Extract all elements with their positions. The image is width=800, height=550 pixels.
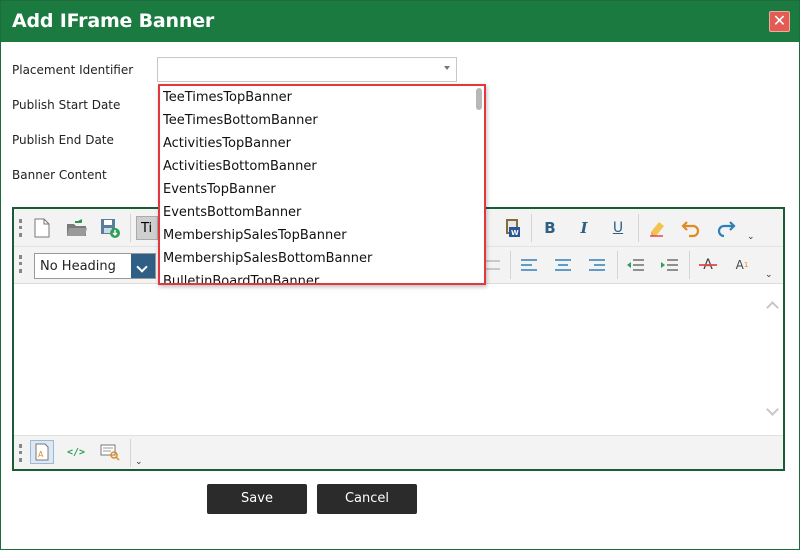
dropdown-option[interactable]: EventsTopBanner bbox=[163, 182, 276, 197]
dropdown-option[interactable]: TeeTimesTopBanner bbox=[163, 90, 292, 105]
heading-select[interactable]: No Heading bbox=[34, 253, 156, 279]
toolbar-overflow-icon[interactable]: ⌄ bbox=[765, 269, 773, 280]
editor-mode-bar: A </> ⌄ bbox=[14, 435, 783, 469]
toolbar-separator bbox=[130, 439, 131, 467]
font-name-select[interactable]: Ti bbox=[136, 216, 158, 240]
outdent-icon[interactable] bbox=[623, 253, 647, 277]
html-mode-icon[interactable]: </> bbox=[64, 440, 88, 464]
bold-button[interactable]: B bbox=[538, 216, 562, 240]
dropdown-scrollbar-thumb[interactable] bbox=[476, 88, 482, 110]
superscript-glyph: A bbox=[735, 258, 744, 272]
dropdown-option[interactable]: ActivitiesBottomBanner bbox=[163, 159, 317, 174]
open-folder-icon[interactable] bbox=[65, 216, 89, 240]
publish-end-date-label: Publish End Date bbox=[12, 133, 114, 147]
svg-text:W: W bbox=[511, 229, 519, 237]
dropdown-option[interactable]: EventsBottomBanner bbox=[163, 205, 301, 220]
placement-identifier-dropdown-list[interactable]: TeeTimesTopBanner TeeTimesBottomBanner A… bbox=[158, 84, 486, 285]
publish-start-date-label: Publish Start Date bbox=[12, 98, 121, 112]
svg-text:A: A bbox=[38, 450, 44, 459]
dropdown-option[interactable]: MembershipSalesTopBanner bbox=[163, 228, 347, 243]
preview-mode-icon[interactable] bbox=[98, 440, 122, 464]
editor-scrollbar[interactable] bbox=[764, 285, 783, 435]
toolbar-grip[interactable] bbox=[19, 444, 22, 462]
underline-button[interactable]: U bbox=[606, 216, 630, 240]
chevron-down-icon bbox=[444, 66, 450, 70]
dropdown-option[interactable]: TeeTimesBottomBanner bbox=[163, 113, 318, 128]
toolbar-grip[interactable] bbox=[19, 219, 22, 237]
close-button[interactable]: ✕ bbox=[769, 11, 790, 32]
chevron-down-icon[interactable] bbox=[131, 254, 155, 278]
toolbar-separator bbox=[531, 214, 532, 242]
placement-identifier-select[interactable] bbox=[157, 57, 457, 82]
align-right-icon[interactable] bbox=[585, 253, 609, 277]
dropdown-option[interactable]: MembershipSalesBottomBanner bbox=[163, 251, 372, 266]
align-center-icon[interactable] bbox=[551, 253, 575, 277]
toolbar-separator bbox=[130, 214, 131, 242]
strikethrough-button[interactable]: A bbox=[696, 253, 720, 277]
toolbar-grip[interactable] bbox=[19, 255, 22, 273]
toolbar-separator bbox=[617, 251, 618, 279]
italic-button[interactable]: I bbox=[572, 216, 596, 240]
toolbar-overflow-icon[interactable]: ⌄ bbox=[747, 231, 755, 242]
paste-from-word-icon[interactable]: W bbox=[500, 216, 524, 240]
dropdown-option[interactable]: BulletinBoardTopBanner bbox=[163, 274, 319, 283]
scroll-down-icon[interactable] bbox=[766, 403, 779, 416]
placement-identifier-label: Placement Identifier bbox=[12, 63, 134, 77]
scroll-up-icon[interactable] bbox=[766, 301, 779, 314]
save-button[interactable]: Save bbox=[207, 484, 307, 514]
cancel-button[interactable]: Cancel bbox=[317, 484, 417, 514]
indent-icon[interactable] bbox=[657, 253, 681, 277]
undo-icon[interactable] bbox=[679, 216, 703, 240]
dropdown-option[interactable]: ActivitiesTopBanner bbox=[163, 136, 291, 151]
heading-select-value: No Heading bbox=[40, 259, 116, 274]
editor-content-area[interactable] bbox=[14, 285, 764, 435]
toolbar-separator bbox=[638, 214, 639, 242]
design-mode-icon[interactable]: A bbox=[30, 440, 54, 464]
new-document-icon[interactable] bbox=[30, 216, 54, 240]
redo-icon[interactable] bbox=[714, 216, 738, 240]
save-document-icon[interactable] bbox=[98, 216, 122, 240]
dialog-title: Add IFrame Banner bbox=[12, 10, 215, 32]
toolbar-separator bbox=[510, 251, 511, 279]
toolbar-overflow-icon[interactable]: ⌄ bbox=[135, 456, 143, 467]
toolbar-separator bbox=[689, 251, 690, 279]
align-left-icon[interactable] bbox=[517, 253, 541, 277]
superscript-button[interactable]: A1 bbox=[730, 253, 754, 277]
eraser-icon[interactable] bbox=[645, 216, 669, 240]
banner-content-label: Banner Content bbox=[12, 168, 107, 182]
add-iframe-banner-dialog: Add IFrame Banner ✕ Placement Identifier… bbox=[0, 0, 800, 550]
dialog-titlebar: Add IFrame Banner ✕ bbox=[1, 1, 799, 42]
